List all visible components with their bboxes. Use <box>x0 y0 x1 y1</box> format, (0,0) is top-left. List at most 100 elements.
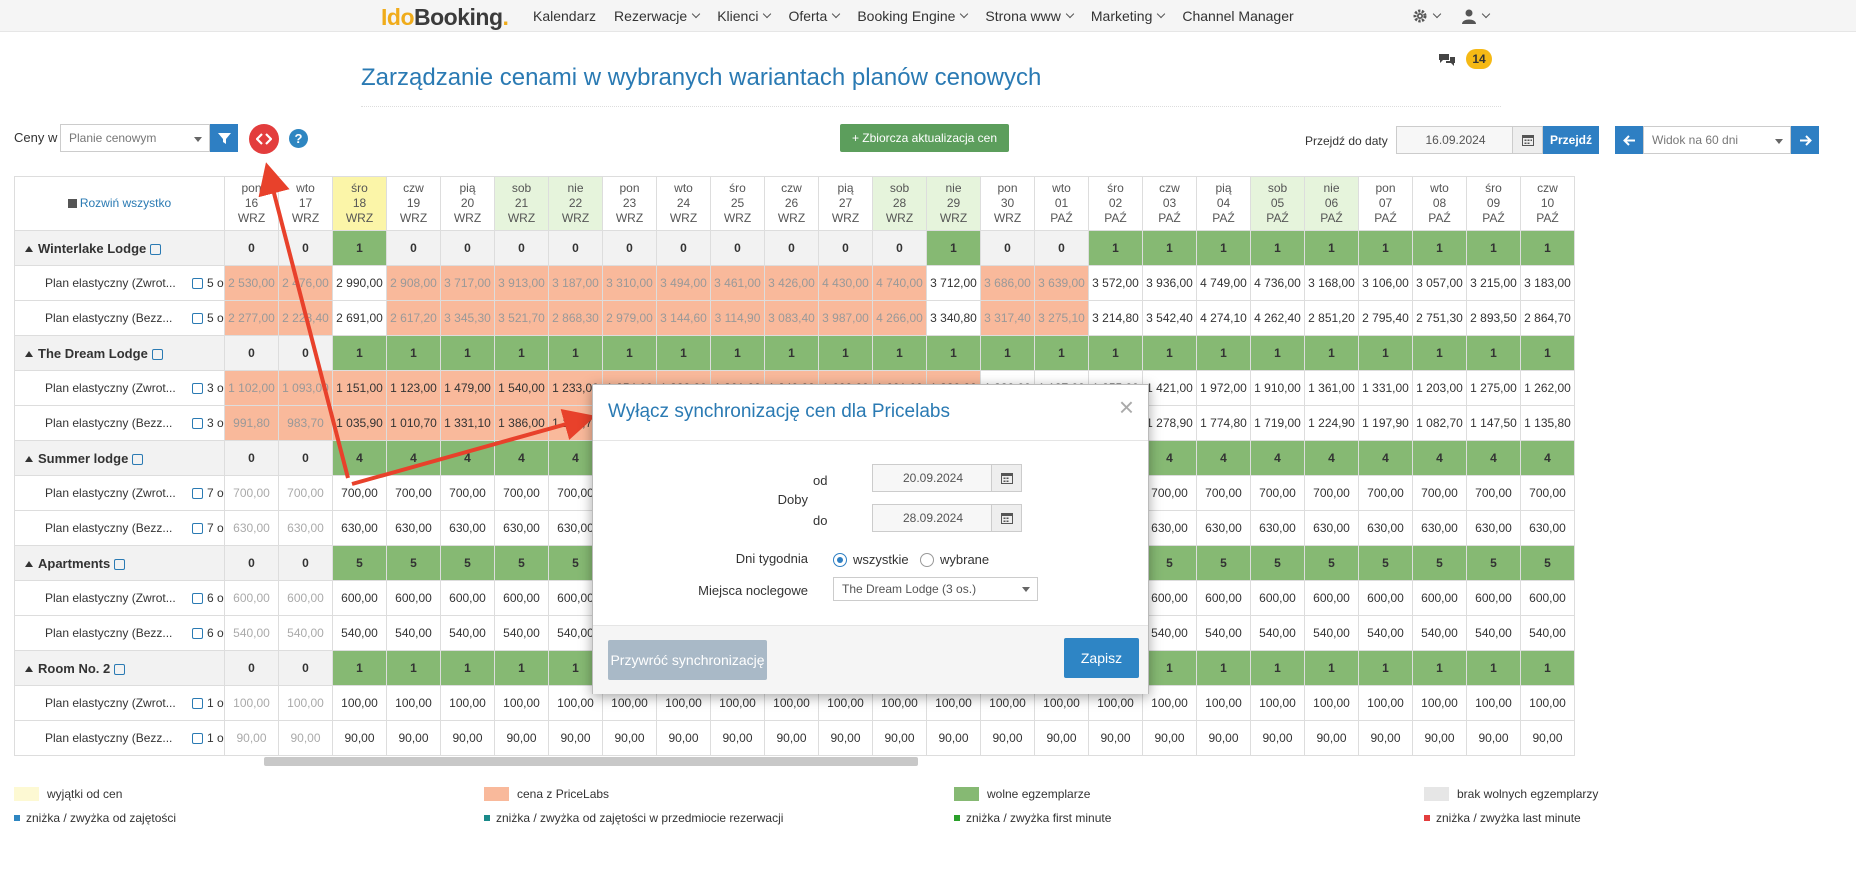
nav-item[interactable]: Kalendarz <box>533 8 596 24</box>
price-cell[interactable]: 630,00 <box>1142 510 1197 546</box>
price-cell[interactable]: 90,00 <box>1466 720 1521 756</box>
availability-cell[interactable]: 4 <box>1520 440 1575 476</box>
price-cell[interactable]: 700,00 <box>1196 475 1251 511</box>
price-cell[interactable]: 3 686,00 <box>980 265 1035 301</box>
availability-cell[interactable]: 1 <box>1520 335 1575 371</box>
price-cell[interactable]: 540,00 <box>1520 615 1575 651</box>
edit-icon[interactable] <box>192 277 203 289</box>
price-cell[interactable]: 600,00 <box>332 580 387 616</box>
availability-cell[interactable]: 1 <box>1142 230 1197 266</box>
availability-cell[interactable]: 1 <box>1520 650 1575 686</box>
edit-icon[interactable] <box>114 558 126 570</box>
price-cell[interactable]: 90,00 <box>980 720 1035 756</box>
price-cell[interactable]: 700,00 <box>494 475 549 511</box>
availability-cell[interactable]: 0 <box>494 230 549 266</box>
price-cell[interactable]: 100,00 <box>1250 685 1305 721</box>
price-cell[interactable]: 540,00 <box>494 615 549 651</box>
availability-cell[interactable]: 1 <box>1034 335 1089 371</box>
availability-cell[interactable]: 1 <box>1412 650 1467 686</box>
availability-cell[interactable]: 5 <box>1250 545 1305 581</box>
price-cell[interactable]: 90,00 <box>494 720 549 756</box>
price-cell[interactable]: 2 476,00 <box>278 265 333 301</box>
price-cell[interactable]: 700,00 <box>440 475 495 511</box>
nav-item[interactable]: Marketing <box>1091 8 1166 24</box>
availability-cell[interactable]: 0 <box>278 440 333 476</box>
availability-cell[interactable]: 1 <box>926 335 981 371</box>
edit-icon[interactable] <box>192 487 203 499</box>
price-cell[interactable]: 100,00 <box>1358 685 1413 721</box>
price-cell[interactable]: 1 421,00 <box>1142 370 1197 406</box>
price-cell[interactable]: 2 864,70 <box>1520 300 1575 336</box>
price-cell[interactable]: 983,70 <box>278 405 333 441</box>
availability-cell[interactable]: 1 <box>548 335 603 371</box>
availability-cell[interactable]: 1 <box>1088 230 1143 266</box>
availability-cell[interactable]: 1 <box>1250 230 1305 266</box>
help-icon[interactable]: ? <box>289 129 308 148</box>
notification-badge[interactable]: 14 <box>1466 49 1492 69</box>
lodge-name[interactable]: Winterlake Lodge <box>14 230 225 266</box>
availability-cell[interactable]: 1 <box>1304 335 1359 371</box>
price-cell[interactable]: 1 197,90 <box>1358 405 1413 441</box>
price-cell[interactable]: 630,00 <box>1250 510 1305 546</box>
availability-cell[interactable]: 0 <box>224 335 279 371</box>
price-cell[interactable]: 600,00 <box>386 580 441 616</box>
price-cell[interactable]: 1 135,80 <box>1520 405 1575 441</box>
edit-icon[interactable] <box>192 732 203 744</box>
price-cell[interactable]: 90,00 <box>1088 720 1143 756</box>
price-cell[interactable]: 630,00 <box>1304 510 1359 546</box>
pricelabs-sync-button[interactable] <box>249 124 279 154</box>
price-cell[interactable]: 3 712,00 <box>926 265 981 301</box>
price-cell[interactable]: 540,00 <box>224 615 279 651</box>
nav-item[interactable]: Oferta <box>788 8 841 24</box>
filter-button[interactable] <box>210 124 238 152</box>
price-cell[interactable]: 90,00 <box>818 720 873 756</box>
price-cell[interactable]: 100,00 <box>1142 685 1197 721</box>
availability-cell[interactable]: 1 <box>1304 650 1359 686</box>
price-cell[interactable]: 3 639,00 <box>1034 265 1089 301</box>
expand-all-link[interactable]: Rozwiń wszystko <box>14 176 225 231</box>
availability-cell[interactable]: 1 <box>1142 335 1197 371</box>
availability-cell[interactable]: 5 <box>1304 545 1359 581</box>
availability-cell[interactable]: 1 <box>872 335 927 371</box>
price-cell[interactable]: 700,00 <box>332 475 387 511</box>
price-cell[interactable]: 600,00 <box>1250 580 1305 616</box>
price-cell[interactable]: 90,00 <box>1250 720 1305 756</box>
price-cell[interactable]: 3 461,00 <box>710 265 765 301</box>
availability-cell[interactable]: 5 <box>1412 545 1467 581</box>
availability-cell[interactable]: 5 <box>386 545 441 581</box>
price-cell[interactable]: 600,00 <box>1466 580 1521 616</box>
idobooking-logo[interactable]: IdoBooking. <box>381 4 509 31</box>
price-cell[interactable]: 630,00 <box>1520 510 1575 546</box>
price-cell[interactable]: 90,00 <box>440 720 495 756</box>
availability-cell[interactable]: 4 <box>1304 440 1359 476</box>
availability-cell[interactable]: 0 <box>872 230 927 266</box>
price-cell[interactable]: 1 275,00 <box>1466 370 1521 406</box>
goto-button[interactable]: Przejdź <box>1543 126 1599 154</box>
price-cell[interactable]: 100,00 <box>386 685 441 721</box>
availability-cell[interactable]: 1 <box>1196 335 1251 371</box>
price-cell[interactable]: 100,00 <box>1196 685 1251 721</box>
price-cell[interactable]: 4 430,00 <box>818 265 873 301</box>
edit-icon[interactable] <box>192 697 203 709</box>
price-cell[interactable]: 90,00 <box>1142 720 1197 756</box>
price-cell[interactable]: 3 494,00 <box>656 265 711 301</box>
price-cell[interactable]: 540,00 <box>278 615 333 651</box>
edit-icon[interactable] <box>192 592 203 604</box>
lodge-name[interactable]: Summer lodge <box>14 440 225 476</box>
calendar-icon[interactable] <box>1512 127 1542 153</box>
price-cell[interactable]: 2 751,30 <box>1412 300 1467 336</box>
price-cell[interactable]: 540,00 <box>1466 615 1521 651</box>
availability-cell[interactable]: 1 <box>1196 650 1251 686</box>
price-cell[interactable]: 630,00 <box>440 510 495 546</box>
price-cell[interactable]: 100,00 <box>440 685 495 721</box>
close-icon[interactable]: × <box>1119 394 1134 420</box>
price-cell[interactable]: 700,00 <box>1466 475 1521 511</box>
availability-cell[interactable]: 1 <box>1520 230 1575 266</box>
price-cell[interactable]: 90,00 <box>1034 720 1089 756</box>
price-cell[interactable]: 540,00 <box>1142 615 1197 651</box>
nav-item[interactable]: Rezerwacje <box>614 8 701 24</box>
price-cell[interactable]: 3 340,80 <box>926 300 981 336</box>
price-cell[interactable]: 600,00 <box>1304 580 1359 616</box>
price-cell[interactable]: 1 278,90 <box>1142 405 1197 441</box>
price-cell[interactable]: 3 106,00 <box>1358 265 1413 301</box>
